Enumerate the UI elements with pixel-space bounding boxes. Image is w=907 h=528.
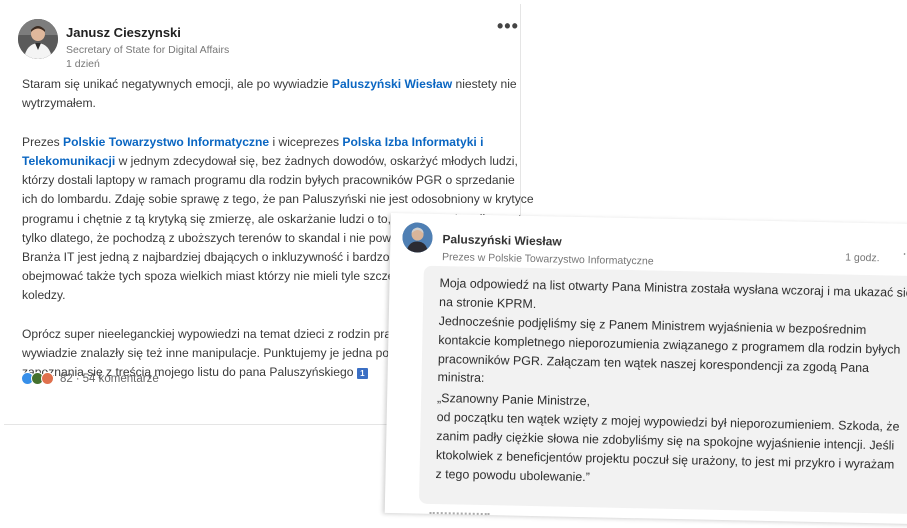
comment-actions-stub: [429, 511, 490, 519]
mention-link[interactable]: Telekomunikacji: [22, 154, 115, 168]
social-counts[interactable]: 82 · 54 komentarze: [21, 372, 159, 385]
commenter-headline: Prezes w Polskie Towarzystwo Informatycz…: [441, 251, 654, 268]
post-timestamp: 1 dzień: [66, 58, 100, 70]
reactions-count[interactable]: 82: [60, 373, 73, 385]
separator: ·: [75, 372, 80, 385]
mention-link[interactable]: Paluszyński Wiesław: [332, 77, 452, 91]
mention-link[interactable]: Polskie Towarzystwo Informatyczne: [63, 135, 269, 149]
post-line: Prezes Polskie Towarzystwo Informatyczne…: [22, 133, 512, 152]
post-line: Telekomunikacji w jednym zdecydował się,…: [22, 152, 518, 171]
author-avatar[interactable]: [18, 19, 58, 59]
post-line: ich do lombardu. Zdaję sobie sprawę z te…: [22, 192, 534, 207]
post-line: którzy dostali laptopy w ramach programu…: [22, 173, 515, 188]
text-span: Prezes: [22, 135, 63, 150]
comment-more-icon[interactable]: ·: [902, 245, 907, 261]
comment-card: Paluszyński Wiesław Prezes w Polskie Tow…: [384, 213, 907, 525]
more-options-button[interactable]: •••: [497, 16, 519, 37]
author-headline: Secretary of State for Digital Affairs: [66, 44, 230, 56]
commenter-avatar[interactable]: [402, 222, 433, 253]
comment-timestamp: 1 godz.: [845, 251, 880, 265]
comments-count[interactable]: 54 komentarze: [83, 373, 159, 385]
text-span: niestety nie: [452, 77, 517, 91]
celebrate-icon: [41, 372, 54, 385]
text-span: w jednym zdecydował się, bez żadnych dow…: [115, 154, 518, 169]
commenter-name[interactable]: Paluszyński Wiesław: [442, 232, 562, 248]
mention-link[interactable]: Polska Izba Informatyki i: [342, 135, 483, 149]
text-span: i wiceprezes: [269, 135, 343, 150]
post-line: wytrzymałem.: [22, 96, 96, 111]
author-name[interactable]: Janusz Cieszynski: [66, 25, 181, 40]
pointing-down-emoji-icon: 1: [356, 367, 368, 379]
comment-text: Moja odpowiedź na list otwarty Pana Mini…: [435, 274, 907, 494]
post-line: Staram się unikać negatywnych emocji, al…: [22, 75, 517, 94]
text-span: Staram się unikać negatywnych emocji, al…: [22, 77, 332, 91]
comment-bubble: Moja odpowiedź na list otwarty Pana Mini…: [418, 265, 907, 515]
